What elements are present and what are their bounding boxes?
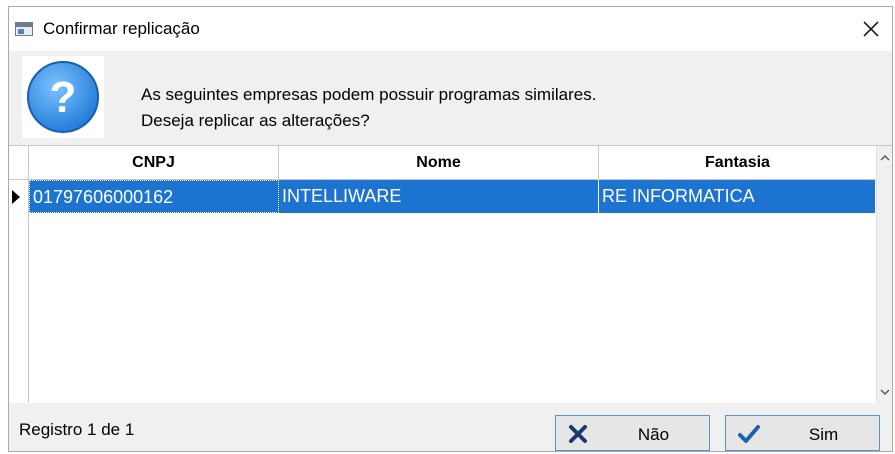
companies-grid[interactable]: CNPJ Nome Fantasia 01797606000162 INTELL…	[9, 145, 892, 405]
no-button-label: Não	[637, 425, 670, 444]
column-header-fantasia[interactable]: Fantasia	[599, 146, 876, 179]
record-status: Registro 1 de 1	[19, 420, 135, 439]
scroll-up-icon[interactable]	[880, 154, 890, 161]
cell-cnpj[interactable]: 01797606000162	[29, 180, 279, 213]
message-line-2: Deseja replicar as alterações?	[141, 111, 370, 130]
table-row[interactable]: 01797606000162 INTELLIWARE RE INFORMATIC…	[9, 180, 876, 213]
scroll-down-icon[interactable]	[880, 389, 890, 396]
dialog-title: Confirmar replicação	[43, 19, 200, 38]
dialog-footer: Registro 1 de 1 Não Sim	[9, 403, 892, 451]
no-button[interactable]: Não	[555, 415, 710, 451]
title-bar: Confirmar replicação	[9, 7, 892, 51]
cell-fantasia[interactable]: RE INFORMATICA	[599, 180, 876, 213]
column-header-nome[interactable]: Nome	[279, 146, 599, 179]
message-line-1: As seguintes empresas podem possuir prog…	[141, 85, 597, 104]
current-row-indicator-icon	[12, 190, 20, 204]
close-button[interactable]	[848, 7, 892, 51]
close-icon	[863, 21, 879, 37]
column-header-cnpj[interactable]: CNPJ	[29, 146, 279, 179]
svg-text:?: ?	[50, 73, 77, 122]
message-area: ? As seguintes empresas podem possuir pr…	[9, 51, 892, 145]
confirm-replication-dialog: Confirmar replicação ? As seguintes empr…	[8, 6, 893, 452]
question-icon: ?	[22, 56, 104, 138]
yes-button[interactable]: Sim	[725, 415, 880, 451]
app-window-icon	[15, 22, 33, 36]
cell-nome[interactable]: INTELLIWARE	[279, 180, 599, 213]
grid-header: CNPJ Nome Fantasia	[9, 146, 876, 180]
vertical-scrollbar[interactable]	[876, 146, 892, 404]
yes-button-label: Sim	[808, 425, 839, 444]
